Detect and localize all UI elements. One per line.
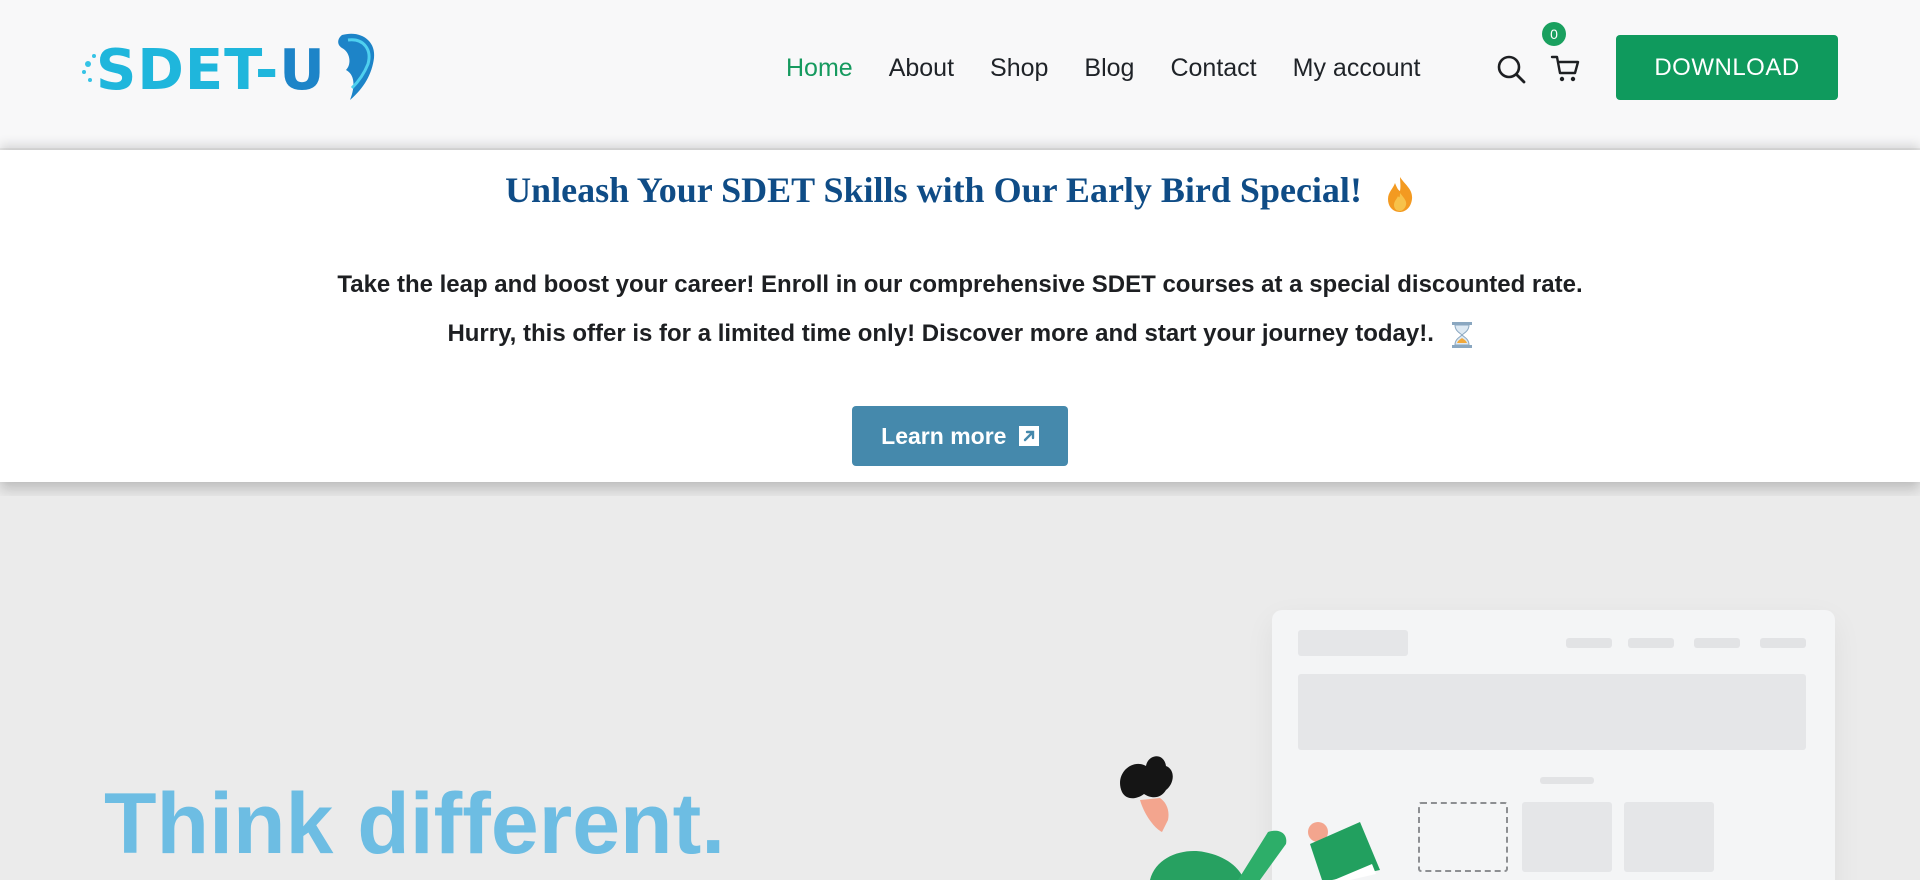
mockup-card <box>1624 802 1714 872</box>
nav-contact[interactable]: Contact <box>1170 48 1256 88</box>
logo-text: SDET-U <box>96 38 326 103</box>
nav-blog[interactable]: Blog <box>1084 48 1134 88</box>
promo-title: Unleash Your SDET Skills with Our Early … <box>0 168 1920 213</box>
mockup-nav-line <box>1760 638 1806 648</box>
hero-title: Think different. <box>104 776 726 872</box>
site-header: SDET-U Home About Shop Blog Contact My a… <box>0 0 1920 148</box>
nav-about[interactable]: About <box>889 48 954 88</box>
cart-count-badge: 0 <box>1542 22 1566 46</box>
promo-title-text: Unleash Your SDET Skills with Our Early … <box>505 170 1362 210</box>
promo-line-1: Take the leap and boost your career! Enr… <box>337 271 1583 298</box>
cart-icon[interactable] <box>1550 54 1580 84</box>
nav-my-account[interactable]: My account <box>1293 48 1421 88</box>
promo-line-2: Hurry, this offer is for a limited time … <box>0 317 1920 351</box>
mockup-banner-block <box>1298 674 1806 750</box>
mockup-logo-block <box>1298 630 1408 656</box>
search-icon[interactable] <box>1496 54 1526 84</box>
hourglass-icon <box>1451 321 1472 348</box>
nav-shop[interactable]: Shop <box>990 48 1048 88</box>
mockup-nav-line <box>1694 638 1740 648</box>
promo-line-2-text: Hurry, this offer is for a limited time … <box>447 320 1434 347</box>
site-logo[interactable]: SDET-U <box>80 30 385 105</box>
external-link-icon <box>1018 425 1039 446</box>
main-nav: Home About Shop Blog Contact My account <box>786 48 1456 88</box>
learn-more-button[interactable]: Learn more <box>852 406 1068 466</box>
person-illustration <box>1120 756 1380 880</box>
nav-home[interactable]: Home <box>786 48 853 88</box>
download-button[interactable]: DOWNLOAD <box>1616 35 1838 100</box>
mockup-nav-line <box>1566 638 1612 648</box>
learn-more-label: Learn more <box>881 423 1007 449</box>
mockup-nav-line <box>1628 638 1674 648</box>
mockup-card <box>1522 802 1612 872</box>
fire-icon <box>1387 176 1413 212</box>
mockup-heading-line <box>1540 777 1594 784</box>
